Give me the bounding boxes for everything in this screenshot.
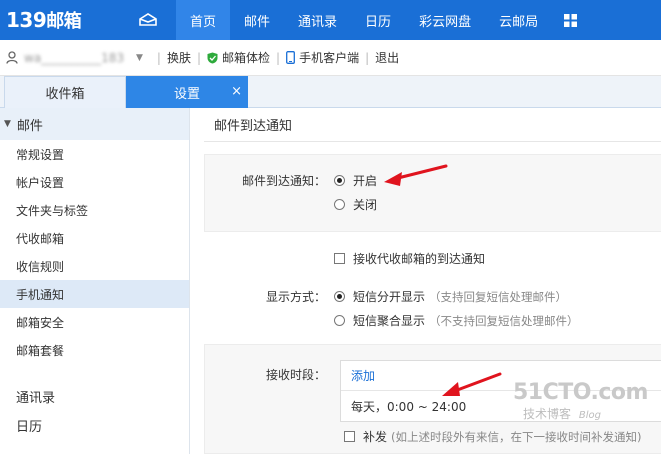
- watermark: 51CTO.com 技术博客 Blog: [513, 380, 648, 422]
- tab-settings[interactable]: 设置 ×: [126, 76, 248, 108]
- page-title: 邮件到达通知: [204, 108, 661, 142]
- display-merge-hint: （不支持回复短信处理邮件）: [429, 313, 579, 328]
- tab-bar: 收件箱 设置 ×: [0, 76, 661, 108]
- close-icon[interactable]: ×: [231, 84, 242, 99]
- apps-grid-icon[interactable]: [552, 0, 588, 40]
- sidebar-item-contacts[interactable]: 通讯录: [0, 382, 189, 411]
- display-split-option[interactable]: 短信分开显示 （支持回复短信处理邮件）: [334, 288, 567, 305]
- notify-on-option[interactable]: 开启: [334, 172, 377, 189]
- sidebar-item-general[interactable]: 常规设置: [0, 140, 189, 168]
- display-merge-row: 短信聚合显示 （不支持回复短信处理邮件）: [204, 312, 661, 329]
- separator: |: [156, 50, 161, 65]
- notify-off-option[interactable]: 关闭: [334, 196, 377, 213]
- watermark-sub2: Blog: [578, 410, 601, 421]
- proxy-notify-checkbox[interactable]: [334, 253, 345, 264]
- mailbox-check-label: 邮箱体检: [222, 51, 271, 65]
- sidebar-group-label: 邮件: [16, 118, 43, 134]
- user-icon: [6, 51, 18, 64]
- notify-label: 邮件到达通知：: [241, 174, 326, 188]
- mailbox-check-link[interactable]: 邮箱体检: [207, 49, 270, 66]
- mobile-client-label: 手机客户端: [299, 51, 360, 65]
- display-merge-option[interactable]: 短信聚合显示 （不支持回复短信处理邮件）: [334, 312, 579, 329]
- settings-sidebar: ▼ 邮件 常规设置 帐户设置 文件夹与标签 代收邮箱 收信规则 手机通知 邮箱安…: [0, 108, 190, 454]
- nav-cloud-drive[interactable]: 彩云网盘: [405, 0, 485, 40]
- logo-number: 139: [6, 8, 47, 32]
- main-nav: 首页 邮件 通讯录 日历 彩云网盘 云邮局: [176, 0, 552, 40]
- proxy-notify-option[interactable]: 接收代收邮箱的到达通知: [334, 250, 485, 267]
- sidebar-item-rules[interactable]: 收信规则: [0, 252, 189, 280]
- watermark-sub: 技术博客: [523, 407, 572, 421]
- time-label: 接收时段：: [265, 368, 326, 382]
- top-nav-bar: 139 邮箱 首页 邮件 通讯录 日历 彩云网盘 云邮局: [0, 0, 661, 40]
- separator: |: [196, 50, 202, 65]
- display-merge-radio[interactable]: [334, 315, 345, 326]
- tab-settings-label: 设置: [173, 86, 200, 102]
- resend-option[interactable]: 补发 (如上述时段外有来信，在下一接收时间补发通知): [344, 428, 642, 445]
- sidebar-item-calendar[interactable]: 日历: [0, 411, 189, 440]
- notify-panel: [204, 154, 661, 232]
- logout-link[interactable]: 退出: [375, 49, 399, 66]
- display-split-radio[interactable]: [334, 291, 345, 302]
- logo[interactable]: 139 邮箱: [0, 0, 120, 40]
- caret-down-icon: ▼: [4, 119, 11, 129]
- resend-checkbox[interactable]: [344, 431, 355, 442]
- separator: |: [276, 50, 281, 65]
- proxy-notify-label: 接收代收邮箱的到达通知: [353, 252, 486, 266]
- sidebar-item-mobile-notify[interactable]: 手机通知: [0, 280, 189, 308]
- resend-hint: (如上述时段外有来信，在下一接收时间补发通知): [391, 429, 642, 444]
- notify-off-radio[interactable]: [334, 199, 345, 210]
- sidebar-item-folders[interactable]: 文件夹与标签: [0, 196, 189, 224]
- sidebar-item-pop[interactable]: 代收邮箱: [0, 224, 189, 252]
- notify-off-row: 关闭: [204, 196, 661, 213]
- nav-calendar[interactable]: 日历: [351, 0, 405, 40]
- nav-contacts[interactable]: 通讯录: [284, 0, 351, 40]
- chevron-down-icon[interactable]: ▼: [136, 53, 143, 63]
- notify-row: 邮件到达通知： 开启: [204, 172, 661, 189]
- separator: |: [365, 50, 370, 65]
- shield-icon: [207, 52, 218, 63]
- watermark-main: 51CTO.com: [513, 380, 648, 405]
- display-row: 显示方式： 短信分开显示 （支持回复短信处理邮件）: [204, 288, 661, 305]
- nav-mail[interactable]: 邮件: [230, 0, 284, 40]
- nav-cloud-post[interactable]: 云邮局: [485, 0, 552, 40]
- notify-on-label: 开启: [353, 174, 378, 188]
- sidebar-item-account[interactable]: 帐户设置: [0, 168, 189, 196]
- phone-icon: [286, 51, 296, 64]
- skin-link[interactable]: 换肤: [167, 49, 191, 66]
- display-split-hint: （支持回复短信处理邮件）: [429, 289, 568, 304]
- cloud-icon[interactable]: [120, 0, 176, 40]
- sidebar-item-package[interactable]: 邮箱套餐: [0, 336, 189, 364]
- proxy-notify-row: 接收代收邮箱的到达通知: [204, 250, 661, 267]
- resend-row: 补发 (如上述时段外有来信，在下一接收时间补发通知): [204, 428, 661, 445]
- notify-off-label: 关闭: [353, 198, 378, 212]
- resend-label: 补发: [363, 430, 388, 444]
- sidebar-group-mail[interactable]: ▼ 邮件: [0, 108, 189, 140]
- notify-on-radio[interactable]: [334, 175, 345, 186]
- tab-inbox[interactable]: 收件箱: [4, 76, 126, 108]
- nav-home[interactable]: 首页: [176, 0, 231, 40]
- username[interactable]: wa__________183: [24, 51, 136, 65]
- logo-text: 邮箱: [46, 11, 82, 32]
- mobile-client-link[interactable]: 手机客户端: [286, 49, 359, 66]
- display-label: 显示方式：: [265, 290, 326, 304]
- display-merge-label: 短信聚合显示: [353, 314, 426, 328]
- user-bar: wa__________183 ▼ | 换肤 | 邮箱体检 | 手机客户端 | …: [0, 40, 661, 76]
- display-split-label: 短信分开显示: [353, 290, 426, 304]
- sidebar-item-security[interactable]: 邮箱安全: [0, 308, 189, 336]
